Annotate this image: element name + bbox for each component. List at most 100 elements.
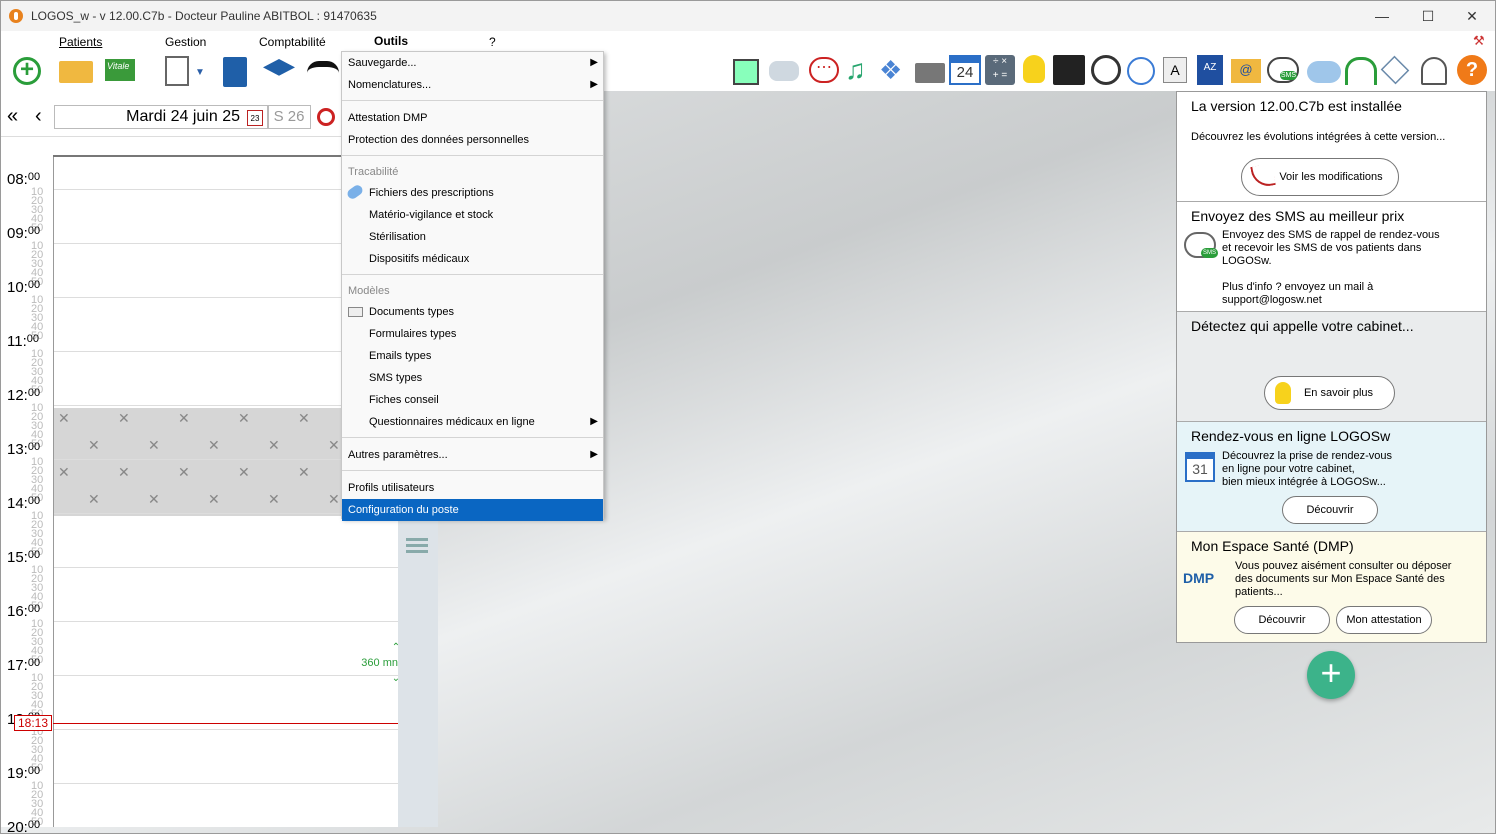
email-icon[interactable]: @ <box>1231 59 1261 83</box>
lightbulb-icon[interactable] <box>1023 55 1045 83</box>
menu-patients[interactable]: Patients <box>59 35 102 49</box>
en-savoir-plus-button[interactable]: En savoir plus <box>1264 376 1395 410</box>
xray-icon[interactable] <box>1053 55 1085 85</box>
submenu-arrow-icon: ▶ <box>590 79 598 90</box>
voir-modifications-button[interactable]: Voir les modifications <box>1241 158 1399 196</box>
menu-item-configuration-poste[interactable]: Configuration du poste <box>342 499 603 521</box>
card-title: La version 12.00.C7b est installée <box>1191 98 1402 114</box>
help-icon[interactable]: ? <box>1457 55 1487 85</box>
chevron-left-icon[interactable]: ‹ <box>35 105 42 128</box>
submenu-arrow-icon: ▶ <box>590 449 598 460</box>
menu-header-tracabilite: Tracabilité <box>348 166 399 178</box>
chevron-down-icon[interactable]: ⌄ <box>376 673 416 684</box>
menu-item-nomenclatures[interactable]: Nomenclatures... ▶ <box>342 74 603 96</box>
list-icon[interactable] <box>165 56 189 86</box>
calendar-picker-icon[interactable]: 23 <box>247 110 263 126</box>
menu-comptabilite[interactable]: Comptabilité <box>259 35 326 49</box>
filter-list-icon[interactable] <box>406 535 428 557</box>
menu-gestion[interactable]: Gestion <box>165 35 206 49</box>
book-icon[interactable] <box>223 57 247 87</box>
menu-bar: Patients Gestion Comptabilité Outils ? ⚒ <box>1 31 1495 51</box>
menu-item-attestation-dmp[interactable]: Attestation DMP <box>342 107 603 129</box>
menu-outils[interactable]: Outils <box>342 31 442 51</box>
folder-icon[interactable] <box>59 61 93 83</box>
menu-item-label: Documents types <box>369 306 454 318</box>
dmp-logo: DMP <box>1183 570 1215 586</box>
date-text: Mardi 24 juin 25 <box>126 108 240 125</box>
vitale-card-icon[interactable]: Vitale <box>105 59 135 81</box>
menu-item-sms-types[interactable]: SMS types <box>342 367 603 389</box>
add-floating-button[interactable]: + <box>1307 651 1355 699</box>
card-version: La version 12.00.C7b est installée Décou… <box>1177 92 1486 202</box>
card-title: Rendez-vous en ligne LOGOSw <box>1191 428 1391 444</box>
printer-icon[interactable] <box>915 63 945 83</box>
menu-item-materio-vigilance[interactable]: Matério-vigilance et stock <box>342 204 603 226</box>
card-text-1: Découvrez la prise de rendez-vous <box>1222 450 1392 462</box>
sms-chat-icon: SMS <box>1184 232 1218 258</box>
duration-label: 360 mn <box>361 657 398 669</box>
menu-separator <box>342 437 603 438</box>
close-button[interactable]: ✕ <box>1449 1 1495 31</box>
decouvrir-dmp-button[interactable]: Découvrir <box>1234 606 1330 634</box>
double-chevron-left-icon[interactable]: « <box>7 105 18 128</box>
card-sms: Envoyez des SMS au meilleur prix SMS Env… <box>1177 202 1486 312</box>
cloud-icon[interactable] <box>1307 61 1341 83</box>
menu-help[interactable]: ? <box>489 35 496 49</box>
hour-gridline <box>54 783 399 784</box>
card-text-3: patients... <box>1235 586 1283 598</box>
tag-icon[interactable] <box>1380 55 1410 85</box>
address-book-icon[interactable]: AZ <box>1197 55 1223 85</box>
chevron-up-icon[interactable]: ⌃ <box>376 642 416 653</box>
puzzle-icon[interactable]: ❖ <box>879 55 911 85</box>
hour-label: 20:00 <box>7 819 41 834</box>
menu-item-protection[interactable]: Protection des données personnelles <box>342 129 603 151</box>
menu-item-formulaires-types[interactable]: Formulaires types <box>342 323 603 345</box>
scanner-icon[interactable] <box>733 59 759 85</box>
fork-knife-icon: ✕ <box>238 410 250 426</box>
clock-icon[interactable] <box>1091 55 1121 85</box>
decouvrir-rdv-button[interactable]: Découvrir <box>1282 496 1378 524</box>
card-text-4: Plus d'info ? envoyez un mail à <box>1222 281 1374 293</box>
mon-attestation-button[interactable]: Mon attestation <box>1336 606 1432 634</box>
menu-item-profils[interactable]: Profils utilisateurs <box>342 477 603 499</box>
calculator-icon[interactable]: ÷ × + = <box>985 55 1015 85</box>
support-email-link[interactable]: support@logosw.net <box>1222 294 1322 307</box>
graduation-cap-icon[interactable] <box>263 59 295 76</box>
text-icon[interactable]: A <box>1163 57 1187 83</box>
menu-item-fichiers-prescriptions[interactable]: Fichiers des prescriptions <box>342 182 603 204</box>
tooth-icon[interactable] <box>769 61 799 81</box>
hour-gridline <box>54 567 399 568</box>
menu-item-questionnaires[interactable]: Questionnaires médicaux en ligne ▶ <box>342 411 603 433</box>
tools-icon[interactable]: ⚒ <box>1473 33 1485 49</box>
fork-knife-icon: ✕ <box>58 410 70 426</box>
chat-icon[interactable]: ⋯ <box>809 57 839 83</box>
card-title: Détectez qui appelle votre cabinet... <box>1191 318 1414 334</box>
fork-knife-icon: ✕ <box>148 491 160 507</box>
menu-item-autres-parametres[interactable]: Autres paramètres... ▶ <box>342 444 603 466</box>
sms-icon[interactable]: SMS <box>1267 57 1299 83</box>
menu-item-dispositifs[interactable]: Dispositifs médicaux <box>342 248 603 270</box>
target-icon[interactable] <box>317 108 335 126</box>
maximize-button[interactable]: ☐ <box>1405 1 1451 31</box>
menu-item-documents-types[interactable]: Documents types <box>342 301 603 323</box>
add-icon[interactable]: + <box>13 57 41 85</box>
menu-separator <box>342 470 603 471</box>
menu-item-emails-types[interactable]: Emails types <box>342 345 603 367</box>
date-field[interactable]: Mardi 24 juin 25 <box>54 105 269 129</box>
current-time-line <box>53 723 398 724</box>
menu-item-sterilisation[interactable]: Stérilisation <box>342 226 603 248</box>
stopwatch-icon[interactable] <box>1127 57 1155 85</box>
card-text-2: en ligne pour votre cabinet, <box>1222 463 1355 475</box>
music-icon[interactable]: ♫ <box>845 55 875 85</box>
headset-icon[interactable] <box>1345 57 1377 85</box>
phone-icon[interactable] <box>307 61 339 83</box>
card-text: Découvrez les évolutions intégrées à cet… <box>1191 131 1446 143</box>
fork-knife-icon: ✕ <box>118 410 130 426</box>
menu-item-sauvegarde[interactable]: Sauvegarde... ▶ <box>342 52 603 74</box>
bell-icon[interactable] <box>1421 57 1447 85</box>
calendar-icon[interactable]: 24 <box>949 55 981 85</box>
minimize-button[interactable]: — <box>1359 1 1405 31</box>
menu-item-fiches-conseil[interactable]: Fiches conseil <box>342 389 603 411</box>
submenu-arrow-icon: ▶ <box>590 57 598 68</box>
card-rdv: Rendez-vous en ligne LOGOSw 31 Découvrez… <box>1177 422 1486 532</box>
